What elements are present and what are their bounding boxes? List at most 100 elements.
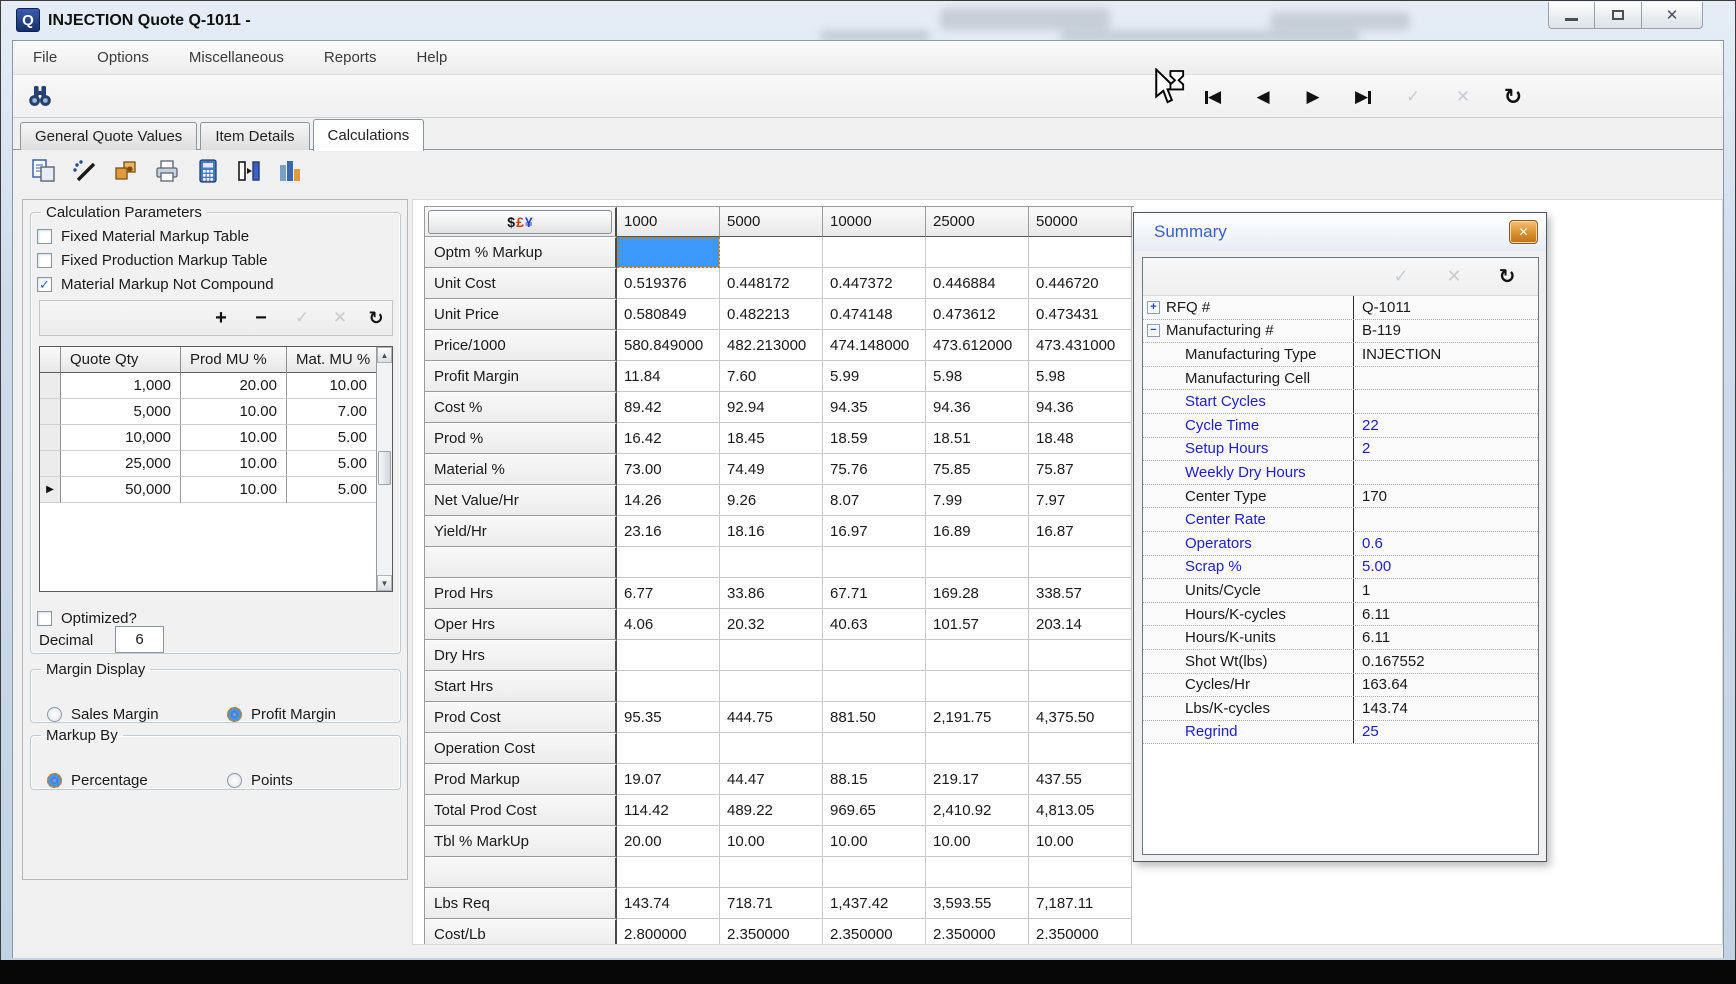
grid-cell[interactable]: 969.65 bbox=[823, 795, 926, 826]
grid-cell[interactable] bbox=[617, 237, 720, 268]
grid-cell[interactable] bbox=[926, 640, 1029, 671]
grid-cell[interactable]: 338.57 bbox=[1029, 578, 1132, 609]
grid-cell[interactable] bbox=[617, 547, 720, 578]
radio-profit-margin[interactable]: Profit Margin bbox=[227, 702, 336, 726]
grid-cell[interactable]: 7,187.11 bbox=[1029, 888, 1132, 919]
menu-options[interactable]: Options bbox=[91, 47, 155, 68]
first-record-button[interactable]: ◀ bbox=[1200, 84, 1226, 110]
grid-cell[interactable]: 10.00 bbox=[823, 826, 926, 857]
grid-cell[interactable]: 88.15 bbox=[823, 764, 926, 795]
summary-row-hours-k-cycles[interactable]: Hours/K-cycles6.11 bbox=[1143, 603, 1538, 627]
summary-row-cycle-time[interactable]: Cycle Time22 bbox=[1143, 414, 1538, 438]
row-selector[interactable] bbox=[40, 451, 61, 477]
radio-sales-margin[interactable]: Sales Margin bbox=[47, 702, 159, 726]
grid-cell[interactable] bbox=[823, 640, 926, 671]
maximize-button[interactable] bbox=[1595, 2, 1642, 29]
grid-cell[interactable] bbox=[926, 671, 1029, 702]
summary-row-manufacturing-type[interactable]: Manufacturing TypeINJECTION bbox=[1143, 343, 1538, 367]
grid-cell[interactable]: 881.50 bbox=[823, 702, 926, 733]
qty-cell[interactable]: 10.00 bbox=[181, 399, 287, 425]
summary-row-cycles-hr[interactable]: Cycles/Hr163.64 bbox=[1143, 674, 1538, 698]
qty-cell[interactable]: 10.00 bbox=[181, 477, 287, 503]
grid-cell[interactable] bbox=[926, 733, 1029, 764]
qty-cell[interactable]: 10,000 bbox=[61, 425, 181, 451]
grid-cell[interactable] bbox=[823, 671, 926, 702]
grid-cell[interactable]: 4,813.05 bbox=[1029, 795, 1132, 826]
radio-circle[interactable] bbox=[47, 773, 62, 788]
refresh-icon[interactable]: ↻ bbox=[1494, 264, 1520, 290]
grid-cell[interactable]: 94.36 bbox=[926, 392, 1029, 423]
tab-general-quote-values[interactable]: General Quote Values bbox=[20, 122, 197, 150]
grid-cell[interactable]: 2.350000 bbox=[720, 919, 823, 944]
grid-cell[interactable]: 203.14 bbox=[1029, 609, 1132, 640]
currency-toggle-button[interactable]: $£¥ bbox=[428, 210, 612, 234]
grid-cell[interactable]: 73.00 bbox=[617, 454, 720, 485]
checkbox-fixed-material-markup-table[interactable]: Fixed Material Markup Table bbox=[37, 226, 274, 247]
add-row-icon[interactable]: + bbox=[207, 304, 235, 332]
radio-circle[interactable] bbox=[47, 707, 62, 722]
grid-cell[interactable]: 5.99 bbox=[823, 361, 926, 392]
menu-reports[interactable]: Reports bbox=[318, 47, 383, 68]
decimal-input[interactable]: 6 bbox=[115, 626, 164, 653]
grid-cell[interactable] bbox=[926, 547, 1029, 578]
grid-cell[interactable]: 4.06 bbox=[617, 609, 720, 640]
grid-cell[interactable] bbox=[823, 547, 926, 578]
find-binoculars-icon[interactable] bbox=[26, 82, 54, 110]
grid-cell[interactable]: 33.86 bbox=[720, 578, 823, 609]
grid-cell[interactable]: 18.59 bbox=[823, 423, 926, 454]
grid-cell[interactable]: 94.36 bbox=[1029, 392, 1132, 423]
grid-cell[interactable]: 5.98 bbox=[926, 361, 1029, 392]
grid-cell[interactable]: 0.580849 bbox=[617, 299, 720, 330]
grid-cell[interactable]: 10.00 bbox=[1029, 826, 1132, 857]
checkbox-box[interactable] bbox=[37, 229, 52, 244]
tab-calculations[interactable]: Calculations bbox=[313, 119, 425, 151]
checkbox-material-markup-not-compound[interactable]: ✓Material Markup Not Compound bbox=[37, 274, 274, 295]
grid-cell[interactable] bbox=[1029, 547, 1132, 578]
grid-cell[interactable] bbox=[926, 237, 1029, 268]
tab-item-details[interactable]: Item Details bbox=[200, 122, 309, 150]
grid-cell[interactable]: 20.32 bbox=[720, 609, 823, 640]
print-icon[interactable] bbox=[153, 157, 181, 185]
grid-cell[interactable]: 2.350000 bbox=[823, 919, 926, 944]
grid-cell[interactable]: 0.446720 bbox=[1029, 268, 1132, 299]
grid-cell[interactable]: 444.75 bbox=[720, 702, 823, 733]
radio-circle[interactable] bbox=[227, 707, 242, 722]
summary-row-center-rate[interactable]: Center Rate bbox=[1143, 508, 1538, 532]
grid-cell[interactable]: 489.22 bbox=[720, 795, 823, 826]
radio-circle[interactable] bbox=[227, 773, 242, 788]
grid-cell[interactable]: 5.98 bbox=[1029, 361, 1132, 392]
grid-cell[interactable]: 2.800000 bbox=[617, 919, 720, 944]
copy-grid-icon[interactable] bbox=[30, 157, 58, 185]
grid-cell[interactable] bbox=[617, 640, 720, 671]
qty-cell[interactable]: 5.00 bbox=[287, 477, 377, 503]
qty-cell[interactable]: 5,000 bbox=[61, 399, 181, 425]
summary-row-hours-k-units[interactable]: Hours/K-units6.11 bbox=[1143, 626, 1538, 650]
grid-cell[interactable]: 169.28 bbox=[926, 578, 1029, 609]
grid-cell[interactable]: 580.849000 bbox=[617, 330, 720, 361]
summary-row-manufacturing[interactable]: −Manufacturing #B-119 bbox=[1143, 320, 1538, 344]
grid-cell[interactable] bbox=[720, 857, 823, 888]
grid-cell[interactable]: 7.60 bbox=[720, 361, 823, 392]
qty-table-row[interactable]: 25,00010.005.00 bbox=[40, 451, 392, 477]
summary-row-weekly-dry-hours[interactable]: Weekly Dry Hours bbox=[1143, 461, 1538, 485]
grid-cell[interactable]: 0.446884 bbox=[926, 268, 1029, 299]
grid-cell[interactable]: 7.97 bbox=[1029, 485, 1132, 516]
grid-cell[interactable] bbox=[617, 857, 720, 888]
grid-cell[interactable]: 143.74 bbox=[617, 888, 720, 919]
grid-cell[interactable]: 95.35 bbox=[617, 702, 720, 733]
qty-table-row[interactable]: 5,00010.007.00 bbox=[40, 399, 392, 425]
grid-cell[interactable]: 114.42 bbox=[617, 795, 720, 826]
grid-cell[interactable]: 14.26 bbox=[617, 485, 720, 516]
menu-miscellaneous[interactable]: Miscellaneous bbox=[183, 47, 290, 68]
grid-cell[interactable]: 718.71 bbox=[720, 888, 823, 919]
summary-row-lbs-k-cycles[interactable]: Lbs/K-cycles143.74 bbox=[1143, 697, 1538, 721]
grid-cell[interactable]: 16.89 bbox=[926, 516, 1029, 547]
grid-cell[interactable] bbox=[720, 733, 823, 764]
summary-row-manufacturing-cell[interactable]: Manufacturing Cell bbox=[1143, 367, 1538, 391]
qty-cell[interactable]: 7.00 bbox=[287, 399, 377, 425]
grid-cell[interactable]: 0.473431 bbox=[1029, 299, 1132, 330]
refresh-icon[interactable]: ↻ bbox=[362, 304, 390, 332]
grid-cell[interactable]: 2.350000 bbox=[926, 919, 1029, 944]
grid-cell[interactable] bbox=[720, 547, 823, 578]
grid-cell[interactable]: 101.57 bbox=[926, 609, 1029, 640]
